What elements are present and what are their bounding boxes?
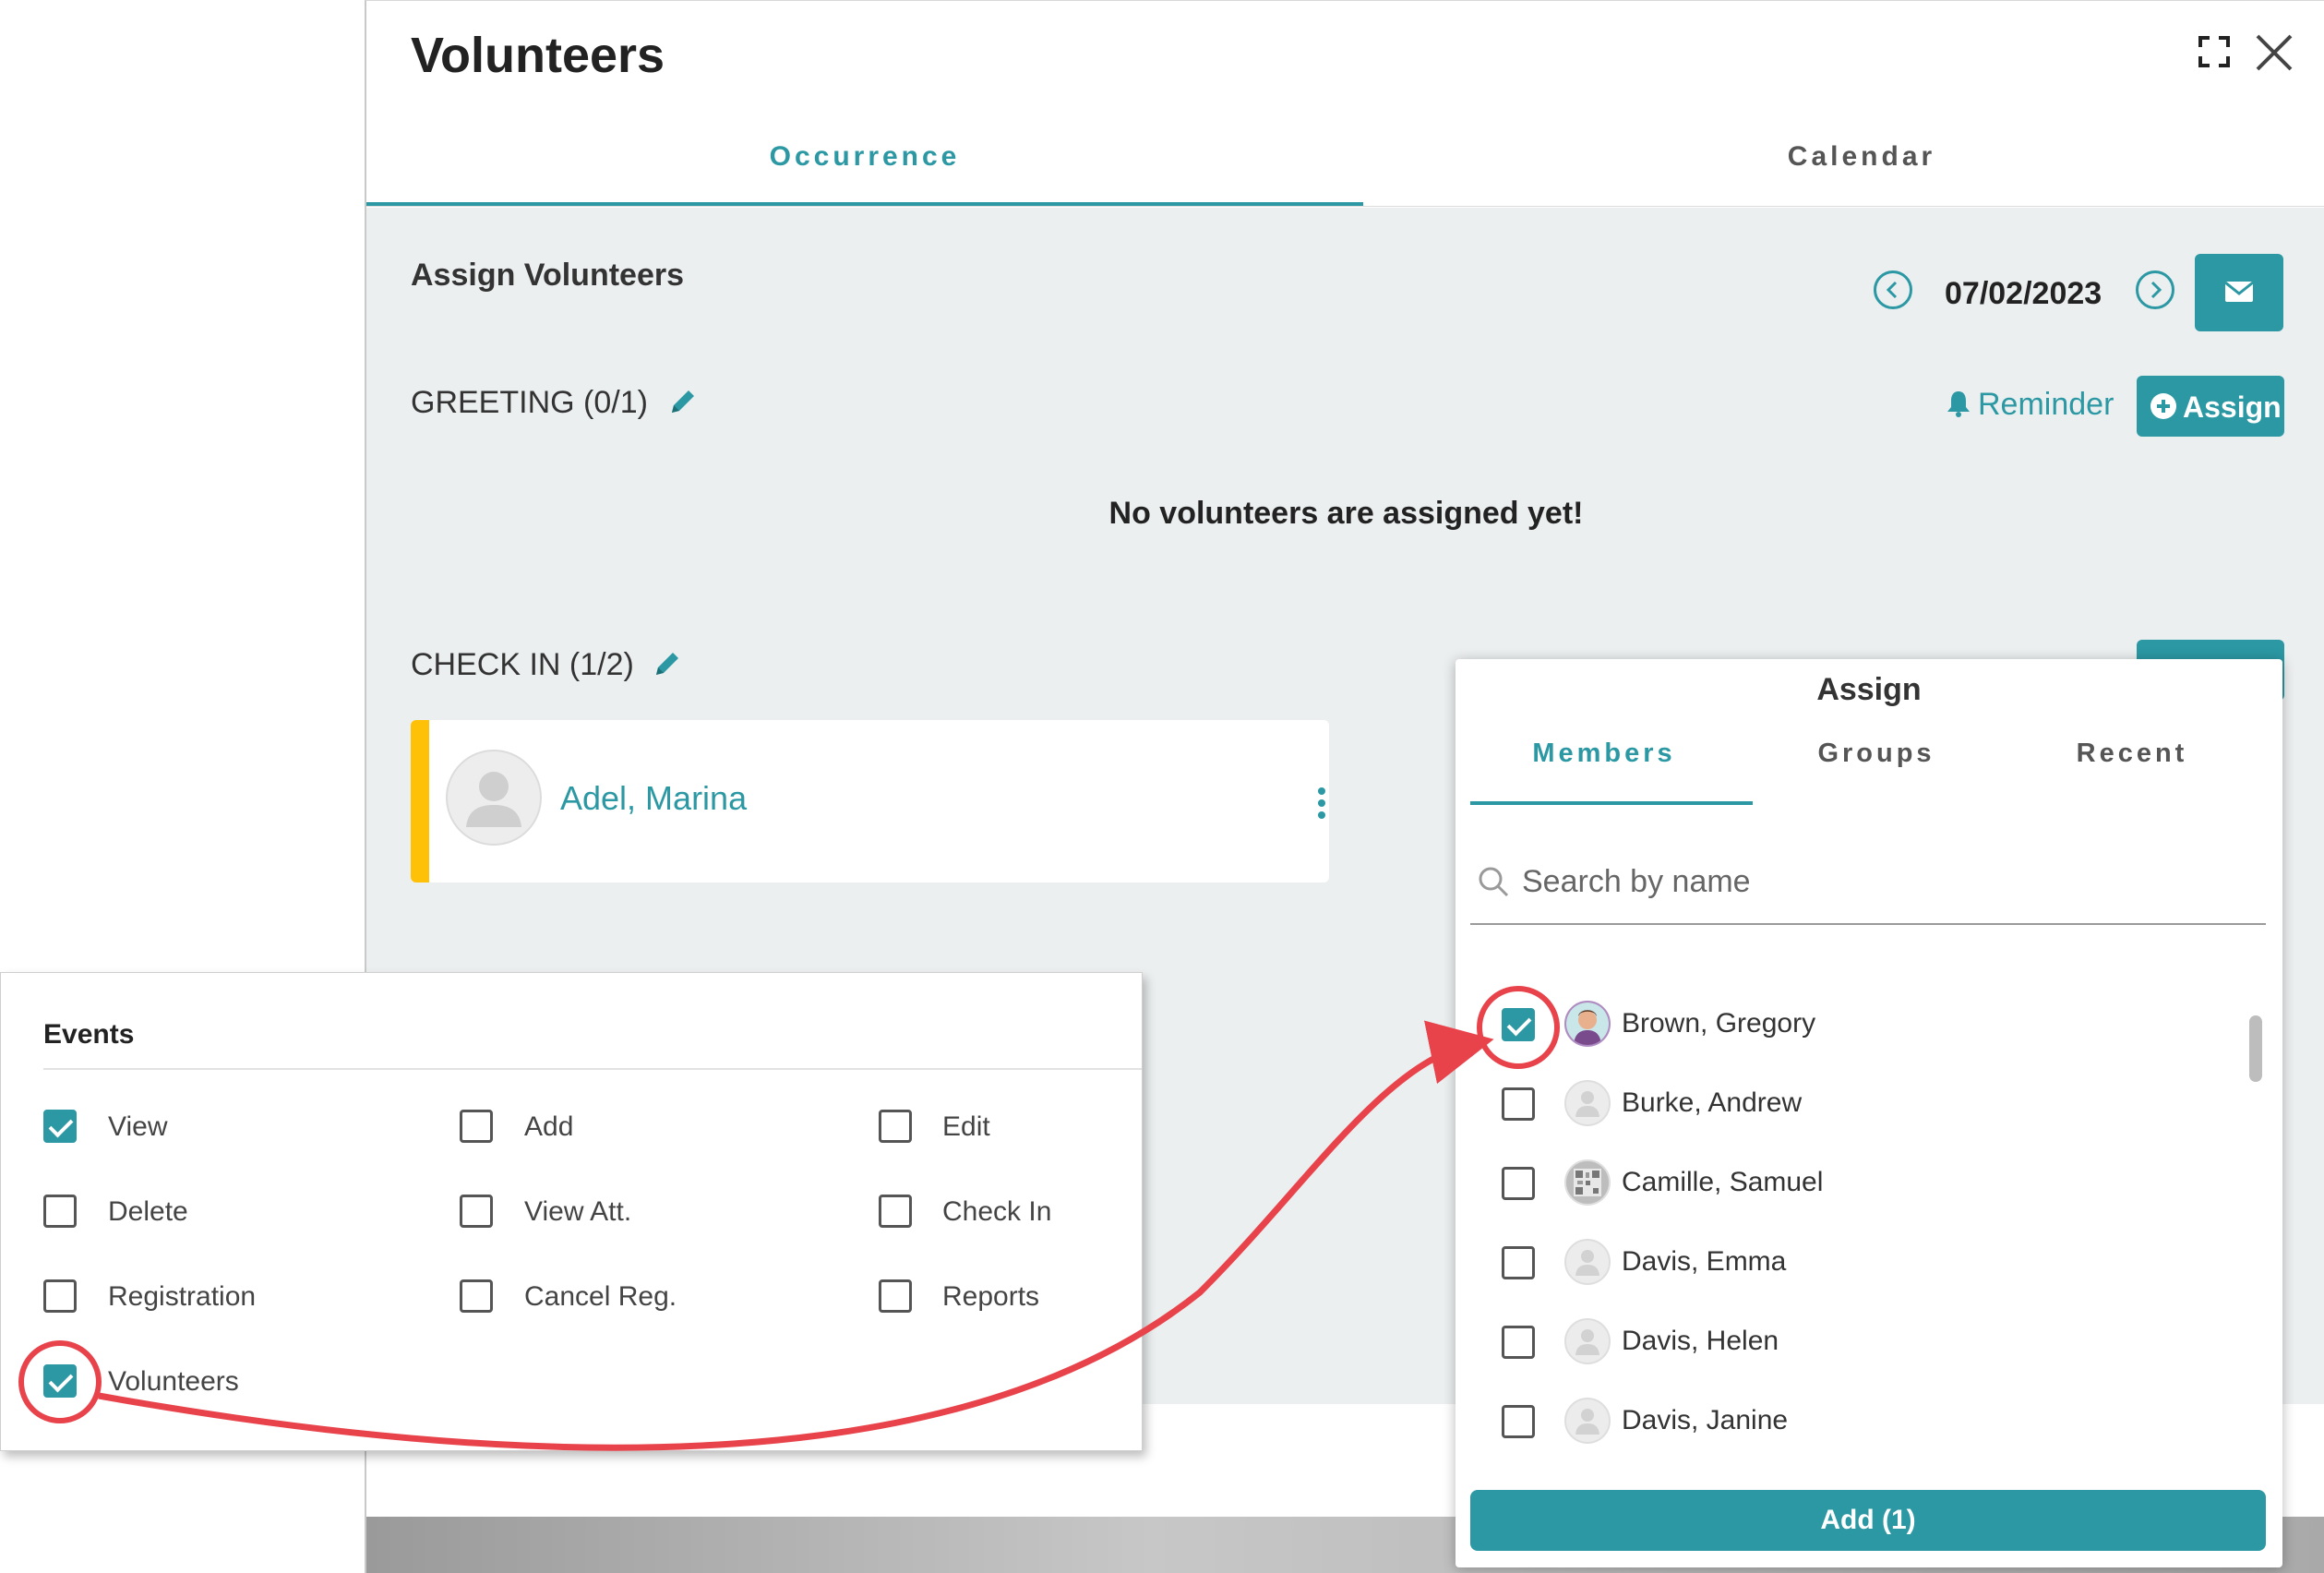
email-button[interactable] [2195, 254, 2283, 331]
add-button[interactable]: Add (1) [1470, 1490, 2266, 1551]
chevron-right-icon [2150, 281, 2162, 299]
edit-checkbox[interactable] [879, 1110, 912, 1143]
list-item[interactable]: Burke, Andrew [1455, 1065, 2282, 1145]
permission-label: Registration [108, 1281, 257, 1312]
search-icon [1479, 867, 1509, 897]
user-placeholder-icon [1575, 1329, 1599, 1355]
member-name: Davis, Helen [1622, 1326, 1779, 1356]
assign-label: Assign [2183, 390, 2282, 424]
member-name: Davis, Emma [1622, 1246, 1787, 1277]
avatar [446, 750, 542, 846]
tab-recent[interactable]: Recent [1998, 738, 2266, 769]
envelope-icon [2224, 281, 2254, 302]
next-date-button[interactable] [2136, 270, 2174, 309]
bell-icon [1947, 391, 1970, 417]
member-checkbox[interactable] [1502, 1246, 1535, 1279]
expand-icon[interactable] [2198, 36, 2230, 67]
user-placeholder-icon [466, 772, 521, 827]
permission-label: View [108, 1111, 168, 1142]
assign-button[interactable]: Assign [2137, 376, 2284, 437]
assign-popup: Assign Members Groups Recent Brown, Greg… [1455, 659, 2282, 1567]
add-checkbox[interactable] [460, 1110, 493, 1143]
member-checkbox[interactable] [1502, 1405, 1535, 1438]
view-checkbox[interactable] [43, 1110, 77, 1143]
avatar [1564, 1398, 1611, 1444]
list-item[interactable]: Davis, Helen [1455, 1303, 2282, 1383]
pencil-icon[interactable] [651, 647, 684, 680]
events-permissions-card: Events View Add Edit Delete View Att. Ch… [0, 972, 1143, 1451]
reminder-label: Reminder [1978, 387, 2114, 422]
divider [43, 1068, 1142, 1070]
list-item[interactable]: Brown, Gregory [1455, 986, 2282, 1065]
user-placeholder-icon [1575, 1091, 1599, 1117]
pencil-icon[interactable] [666, 385, 700, 418]
avatar [1564, 1318, 1611, 1364]
chevron-left-icon [1886, 281, 1898, 299]
permission-label: Cancel Reg. [524, 1281, 677, 1312]
search-underline [1470, 923, 2266, 925]
user-placeholder-icon [1575, 1250, 1599, 1276]
member-name: Brown, Gregory [1622, 1008, 1816, 1039]
plus-circle-icon [2150, 393, 2176, 419]
volunteer-card[interactable]: Adel, Marina [411, 720, 1329, 883]
qr-code-icon [1574, 1169, 1601, 1196]
list-item[interactable]: Davis, Janine [1455, 1383, 2282, 1462]
check-in-title: CHECK IN (1/2) [411, 647, 634, 682]
avatar [1564, 1159, 1611, 1206]
registration-checkbox[interactable] [43, 1279, 77, 1313]
delete-checkbox[interactable] [43, 1195, 77, 1228]
member-checkbox[interactable] [1502, 1167, 1535, 1200]
popup-title: Assign [1816, 672, 1922, 707]
events-title: Events [43, 1019, 135, 1050]
search-input[interactable] [1522, 859, 2242, 905]
member-name: Davis, Janine [1622, 1405, 1789, 1435]
permission-label: View Att. [524, 1196, 632, 1227]
permission-label: Delete [108, 1196, 188, 1227]
list-item[interactable]: Davis, Emma [1455, 1224, 2282, 1303]
more-vertical-icon[interactable] [1317, 786, 1326, 820]
avatar [1564, 1239, 1611, 1285]
scrollbar-thumb[interactable] [2249, 1015, 2262, 1082]
tab-groups[interactable]: Groups [1743, 738, 2010, 769]
reports-checkbox[interactable] [879, 1279, 912, 1313]
close-icon[interactable] [2254, 32, 2294, 73]
tab-occurrence[interactable]: Occurrence [366, 141, 1363, 173]
view-att-checkbox[interactable] [460, 1195, 493, 1228]
tab-calendar[interactable]: Calendar [1363, 141, 2324, 173]
volunteer-name-link[interactable]: Adel, Marina [560, 779, 747, 818]
list-item[interactable]: Camille, Samuel [1455, 1145, 2282, 1224]
previous-date-button[interactable] [1874, 270, 1912, 309]
active-tab-indicator [1470, 801, 1753, 805]
greeting-title: GREETING (0/1) [411, 385, 648, 420]
tab-divider [366, 206, 2324, 207]
permission-label: Edit [942, 1111, 990, 1142]
user-photo-icon [1566, 1003, 1609, 1045]
section-title: Assign Volunteers [411, 258, 684, 293]
card-status-bar [411, 720, 429, 883]
permission-label: Add [524, 1111, 574, 1142]
volunteers-checkbox[interactable] [43, 1364, 77, 1398]
window-title: Volunteers [411, 28, 665, 83]
reminder-button[interactable]: Reminder [1945, 387, 2114, 423]
member-checkbox[interactable] [1502, 1326, 1535, 1359]
cancel-reg-checkbox[interactable] [460, 1279, 493, 1313]
empty-message: No volunteers are assigned yet! [1108, 496, 1584, 531]
member-checkbox[interactable] [1502, 1008, 1535, 1041]
member-name: Burke, Andrew [1622, 1087, 1803, 1118]
tab-members[interactable]: Members [1470, 738, 1738, 769]
member-name: Camille, Samuel [1622, 1167, 1824, 1197]
check-in-checkbox[interactable] [879, 1195, 912, 1228]
current-date: 07/02/2023 [1945, 276, 2102, 311]
permission-label: Volunteers [108, 1366, 239, 1397]
permission-label: Check In [942, 1196, 1052, 1227]
user-placeholder-icon [1575, 1409, 1599, 1435]
permission-label: Reports [942, 1281, 1040, 1312]
avatar [1564, 1080, 1611, 1126]
avatar [1564, 1001, 1611, 1047]
member-checkbox[interactable] [1502, 1087, 1535, 1121]
